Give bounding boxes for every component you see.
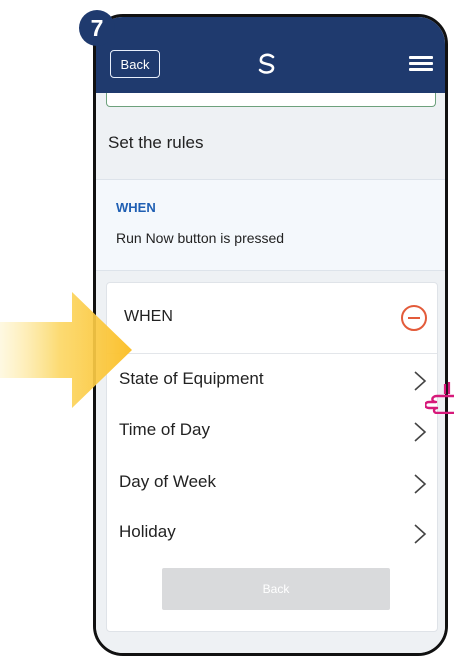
option-label: State of Equipment (119, 369, 264, 388)
tapping-finger-icon (425, 382, 454, 414)
chevron-right-icon (414, 422, 427, 442)
hamburger-menu-icon[interactable] (409, 56, 433, 72)
when-summary-box: WHEN Run Now button is pressed (96, 179, 445, 271)
page-title: Set the rules (108, 133, 204, 152)
when-summary-title: WHEN (116, 200, 156, 215)
option-time-of-day[interactable]: Time of Day (107, 410, 437, 454)
minus-circle-icon[interactable] (401, 305, 427, 331)
phone-frame: Back Set the rules WHEN Run Now button i… (93, 14, 448, 656)
option-label: Day of Week (119, 472, 217, 491)
option-label: Time of Day (119, 420, 211, 439)
option-holiday[interactable]: Holiday (107, 512, 437, 556)
when-panel-title: WHEN (124, 308, 173, 325)
option-day-of-week[interactable]: Day of Week (107, 462, 437, 506)
chevron-right-icon (414, 474, 427, 494)
option-state-of-equipment[interactable]: State of Equipment (107, 359, 437, 403)
chevron-right-icon (414, 524, 427, 544)
app-header: Back (96, 17, 445, 93)
when-panel-header: WHEN (107, 283, 437, 354)
step-number-badge: 7 (79, 10, 115, 46)
when-panel: WHEN State of Equipment Time of Day Day … (106, 282, 438, 632)
main-content: Set the rules WHEN Run Now button is pre… (96, 93, 445, 653)
option-label: Holiday (119, 522, 176, 541)
when-summary-condition: Run Now button is pressed (116, 230, 285, 246)
panel-back-button[interactable]: Back (162, 568, 390, 610)
previous-card-edge (106, 93, 436, 107)
salus-swirl-logo (258, 53, 275, 74)
back-button[interactable]: Back (110, 50, 160, 78)
